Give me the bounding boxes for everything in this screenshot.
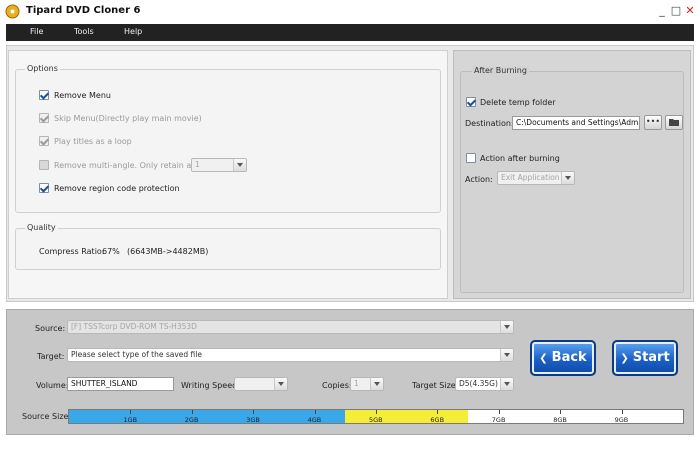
source-size-label: Source Size: [22,412,72,421]
writing-speed-select [234,377,288,391]
tick-label: 1GB [123,416,138,424]
tick-label: 2GB [184,416,199,424]
multi-angle-label: Remove multi-angle. Only retain angle [54,161,209,170]
chevron-down-icon [500,378,513,390]
title-bar: Tipard DVD Cloner 6 _ □ ✕ [0,0,700,24]
start-label: Start [632,350,670,365]
tick-label: 8GB [553,416,567,424]
start-button[interactable]: ❯ Start [612,340,678,376]
writing-speed-label: Writing Speed: [181,381,240,390]
tick-label: 6GB [430,416,445,424]
chevron-down-icon [274,378,287,390]
chevron-down-icon [233,159,246,171]
menu-bar: File Tools Help [6,24,694,41]
quality-legend: Quality [25,223,58,232]
options-legend: Options [25,64,60,73]
skip-menu-checkbox [39,113,49,123]
multi-angle-checkbox [39,160,49,170]
tick-mark [498,410,500,414]
tick-mark [437,410,439,414]
angle-select-value: 1 [195,160,200,169]
destination-label: Destination: [465,119,514,128]
target-size-select[interactable]: D5(4.35G) [455,377,514,391]
window-title: Tipard DVD Cloner 6 [26,5,141,16]
volume-label: Volume: [36,381,69,390]
overflow-size-fill [345,410,469,423]
source-select: [F] TSSTcorp DVD-ROM TS-H353D [67,320,514,334]
loop-checkbox [39,136,49,146]
tick-label: 4GB [307,416,322,424]
source-size-bar: 1GB 2GB 3GB 4GB 5GB 6GB 7GB 8GB 9GB [68,409,684,424]
folder-icon [669,119,679,126]
delete-temp-label: Delete temp folder [480,98,556,107]
tick-label: 3GB [246,416,260,424]
action-select-value: Exit Application [501,173,560,182]
tick-mark [560,410,562,414]
destination-input[interactable]: C:\Documents and Settings\Admini [512,116,640,130]
target-label: Target: [37,352,65,361]
volume-input[interactable]: SHUTTER_ISLAND [67,377,174,391]
tick-mark [130,410,132,414]
minimize-button[interactable]: _ [656,5,668,17]
chevron-down-icon [561,172,574,184]
open-folder-button[interactable] [665,115,683,130]
used-size-fill [69,410,346,423]
target-size-value: D5(4.35G) [459,379,498,388]
stepper-arrows-icon [370,378,383,390]
tick-mark [621,410,623,414]
region-checkbox[interactable] [39,183,49,193]
left-panel: Options Remove Menu Skip Menu(Directly p… [8,50,448,299]
tick-mark [191,410,193,414]
copies-value: 1 [354,379,359,388]
chevron-down-icon [500,321,513,333]
target-select[interactable]: Please select type of the saved file [67,348,514,362]
tick-label: 9GB [614,416,629,424]
tick-mark [376,410,377,414]
right-panel: After Burning Delete temp folder Destina… [453,50,691,299]
action-select: Exit Application [497,171,575,185]
action-label: Action: [465,175,493,184]
chevron-left-icon: ❮ [539,353,548,364]
copies-label: Copies: [322,381,352,390]
back-label: Back [551,350,587,365]
copies-stepper: 1 [350,377,384,391]
source-label: Source: [35,324,66,333]
target-select-value: Please select type of the saved file [71,350,202,359]
app-logo-icon [5,4,20,19]
tick-mark [253,410,255,414]
after-burning-legend: After Burning [472,66,529,75]
target-size-label: Target Size: [412,381,459,390]
source-select-value: [F] TSSTcorp DVD-ROM TS-H353D [71,322,197,331]
back-button[interactable]: ❮ Back [530,340,596,376]
compress-ratio-value: 67% [102,247,120,256]
remove-menu-label: Remove Menu [54,91,111,100]
skip-menu-label: Skip Menu(Directly play main movie) [54,114,202,123]
loop-label: Play titles as a loop [54,137,132,146]
chevron-right-icon: ❯ [620,353,629,364]
action-after-label: Action after burning [480,154,560,163]
compress-ratio-detail: (6643MB->4482MB) [127,247,209,256]
delete-temp-checkbox[interactable] [466,97,476,107]
tick-label: 7GB [491,416,506,424]
restore-button[interactable]: □ [670,5,682,17]
close-button[interactable]: ✕ [684,5,696,17]
action-after-checkbox[interactable] [466,153,476,163]
menu-help[interactable]: Help [124,27,142,36]
remove-menu-checkbox[interactable] [39,90,49,100]
compress-ratio-label: Compress Ratio: [39,247,105,256]
chevron-down-icon [500,349,513,361]
tick-mark [314,410,316,414]
region-label: Remove region code protection [54,184,180,193]
browse-dots-button[interactable]: ••• [644,115,662,130]
angle-select: 1 [191,158,247,172]
menu-tools[interactable]: Tools [74,27,94,36]
menu-file[interactable]: File [30,27,43,36]
tick-label: 5GB [369,416,383,424]
